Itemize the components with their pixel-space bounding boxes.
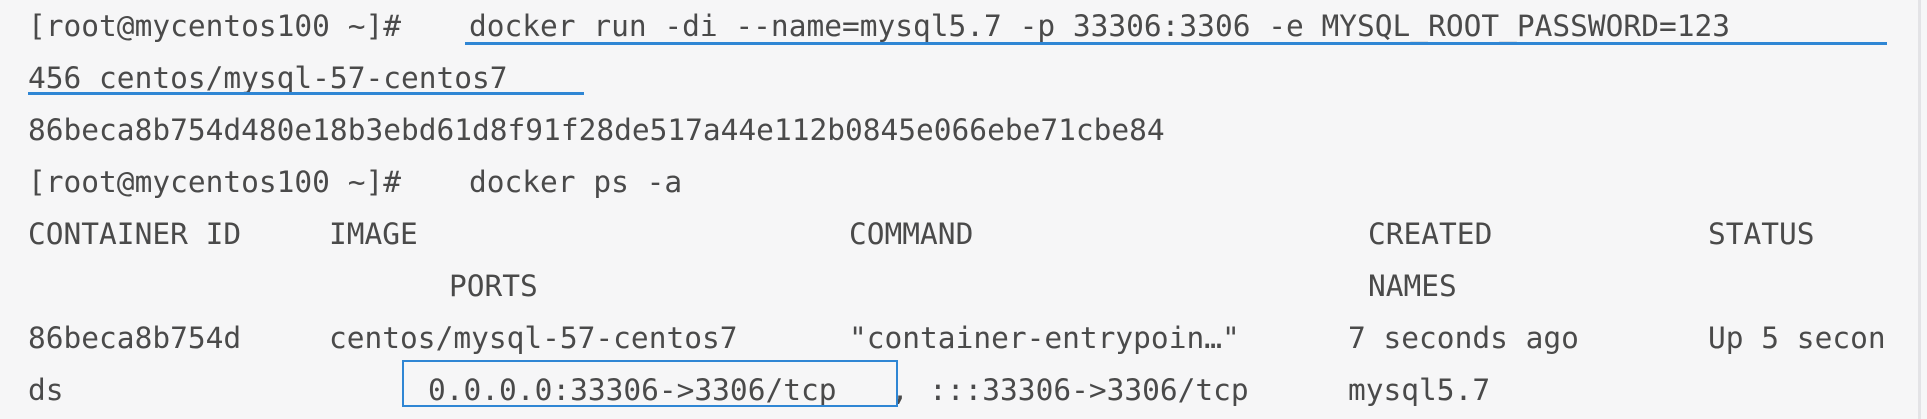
ps-data-row-wrap: ds 0.0.0.0:33306->3306/tcp , :::33306->3…: [0, 364, 1490, 416]
ps-data-row: 86beca8b754d centos/mysql-57-centos7 "co…: [0, 312, 1886, 364]
docker-run-command-continuation: 456 centos/mysql-57-centos7: [28, 61, 508, 95]
terminal-line-run-command: [root@mycentos100 ~]# docker run -di --n…: [0, 0, 1730, 52]
cell-status-continuation: ds: [28, 373, 64, 407]
cell-names: mysql5.7: [1348, 373, 1491, 407]
terminal-window[interactable]: [root@mycentos100 ~]# docker run -di --n…: [0, 0, 1927, 419]
cell-container-id: 86beca8b754d: [28, 321, 242, 355]
command-underline-annotation: [465, 42, 1887, 45]
cell-status: Up 5 secon: [1708, 321, 1886, 355]
cell-created: 7 seconds ago: [1348, 321, 1579, 355]
scrollbar-thumb[interactable]: [1918, 0, 1921, 419]
header-ports: PORTS: [449, 269, 538, 303]
container-hash: 86beca8b754d480e18b3ebd61d8f91f28de517a4…: [28, 113, 1165, 147]
cell-image: centos/mysql-57-centos7: [329, 321, 738, 355]
terminal-line-run-command-wrap: 456 centos/mysql-57-centos7: [0, 52, 508, 104]
header-names: NAMES: [1368, 269, 1457, 303]
header-created: CREATED: [1368, 217, 1493, 251]
docker-ps-command: docker ps -a: [469, 165, 683, 199]
port-mapping-box-annotation: [402, 360, 898, 407]
vertical-scrollbar[interactable]: [1901, 0, 1927, 419]
shell-prompt: [root@mycentos100 ~]#: [28, 9, 401, 43]
ps-header-row-wrap: PORTS NAMES: [0, 260, 1457, 312]
terminal-line-ps-command: [root@mycentos100 ~]# docker ps -a: [0, 156, 682, 208]
shell-prompt: [root@mycentos100 ~]#: [28, 165, 401, 199]
header-image: IMAGE: [329, 217, 418, 251]
header-command: COMMAND: [849, 217, 974, 251]
header-status: STATUS: [1708, 217, 1815, 251]
cell-command: "container-entrypoin…": [849, 321, 1240, 355]
command-continuation-underline-annotation: [28, 92, 584, 95]
cell-port-ipv6: :::33306->3306/tcp: [929, 373, 1249, 407]
header-container-id: CONTAINER ID: [28, 217, 242, 251]
terminal-line-container-hash: 86beca8b754d480e18b3ebd61d8f91f28de517a4…: [0, 104, 1165, 156]
ps-header-row: CONTAINER ID IMAGE COMMAND CREATED STATU…: [0, 208, 1815, 260]
